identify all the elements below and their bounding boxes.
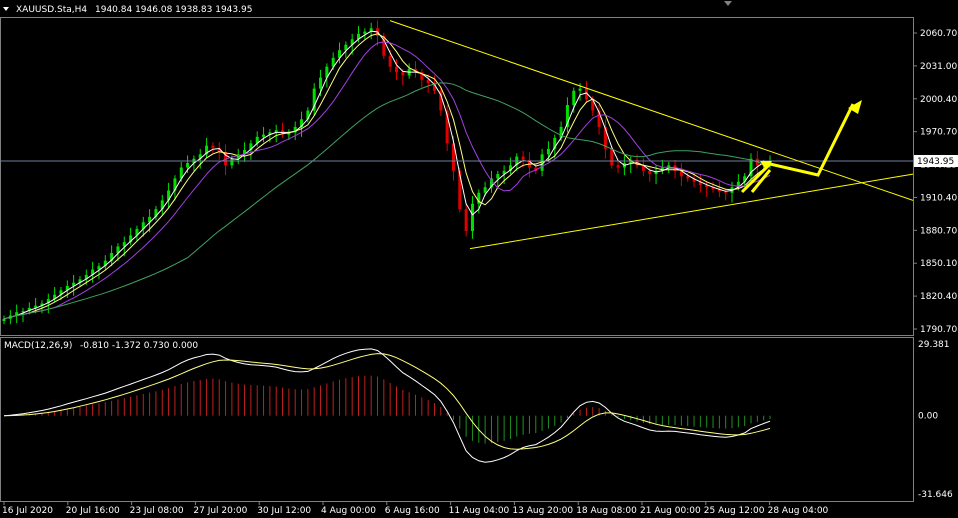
price-tick-label: 2031.00: [920, 62, 957, 72]
price-tick-label: 1790.70: [920, 325, 957, 335]
candle-body: [426, 79, 430, 84]
time-tick-label: 28 Aug 04:00: [768, 506, 829, 516]
candle-body: [648, 170, 652, 175]
chevron-down-icon[interactable]: [3, 7, 9, 11]
candle-body: [230, 158, 234, 166]
candle-body: [610, 148, 614, 166]
current-price-label: 1943.95: [917, 157, 954, 167]
candle-body: [262, 134, 266, 137]
macd-tick-label: 29.381: [918, 340, 950, 350]
macd-pane[interactable]: [0, 337, 914, 502]
candle-body: [616, 165, 620, 168]
time-tick-label: 4 Aug 00:00: [321, 506, 376, 516]
trading-chart[interactable]: XAUUSD.Sta,H4 1940.84 1946.08 1938.83 19…: [0, 0, 958, 518]
scroll-shift-marker-icon[interactable]: [724, 1, 732, 6]
price-tick-label: 1880.70: [920, 226, 957, 236]
candle-body: [578, 88, 582, 91]
time-tick-label: 13 Aug 20:00: [512, 506, 573, 516]
price-tick-label: 2060.70: [920, 29, 957, 39]
price-tick-label: 1820.40: [920, 292, 957, 302]
time-tick-label: 25 Aug 12:00: [704, 506, 765, 516]
price-pane[interactable]: [0, 17, 914, 336]
price-tick-label: 1850.10: [920, 259, 957, 269]
time-tick-label: 18 Aug 08:00: [576, 506, 637, 516]
candle-body: [496, 174, 500, 179]
time-tick-label: 27 Jul 20:00: [193, 506, 247, 516]
candle-body: [483, 187, 487, 193]
macd-label: MACD(12,26,9): [4, 341, 72, 351]
candle-body: [211, 145, 215, 148]
candle-body: [394, 66, 398, 73]
time-tick-label: 6 Aug 16:00: [385, 506, 440, 516]
time-tick-label: 30 Jul 12:00: [257, 506, 311, 516]
time-tick-label: 20 Jul 16:00: [66, 506, 120, 516]
price-tick-label: 1970.70: [920, 128, 957, 138]
time-tick-label: 11 Aug 04:00: [449, 506, 510, 516]
candle-body: [464, 209, 468, 232]
candle-body: [686, 176, 690, 179]
macd-tick-label: -31.646: [918, 490, 953, 500]
candle-body: [363, 31, 367, 34]
price-tick-label: 1910.40: [920, 193, 957, 203]
ohlc-values: 1940.84 1946.08 1938.83 1943.95: [95, 5, 252, 15]
candle-body: [186, 163, 190, 168]
candle-body: [401, 72, 405, 76]
time-tick-label: 23 Jul 08:00: [130, 506, 184, 516]
time-tick-label: 21 Aug 00:00: [640, 506, 701, 516]
macd-tick-label: 0.00: [918, 412, 938, 422]
time-tick-label: 16 Jul 2020: [2, 506, 53, 516]
price-tick-label: 2000.40: [920, 95, 957, 105]
candle-body: [388, 55, 392, 67]
candle-body: [546, 148, 550, 155]
candle-body: [521, 156, 525, 160]
candle-body: [470, 203, 474, 232]
candle-body: [319, 77, 323, 89]
symbol-label: XAUUSD.Sta,H4: [16, 5, 87, 15]
candle-body: [572, 90, 576, 106]
candle-body: [2, 318, 6, 321]
macd-values: -0.810 -1.372 0.730 0.000: [80, 341, 198, 351]
